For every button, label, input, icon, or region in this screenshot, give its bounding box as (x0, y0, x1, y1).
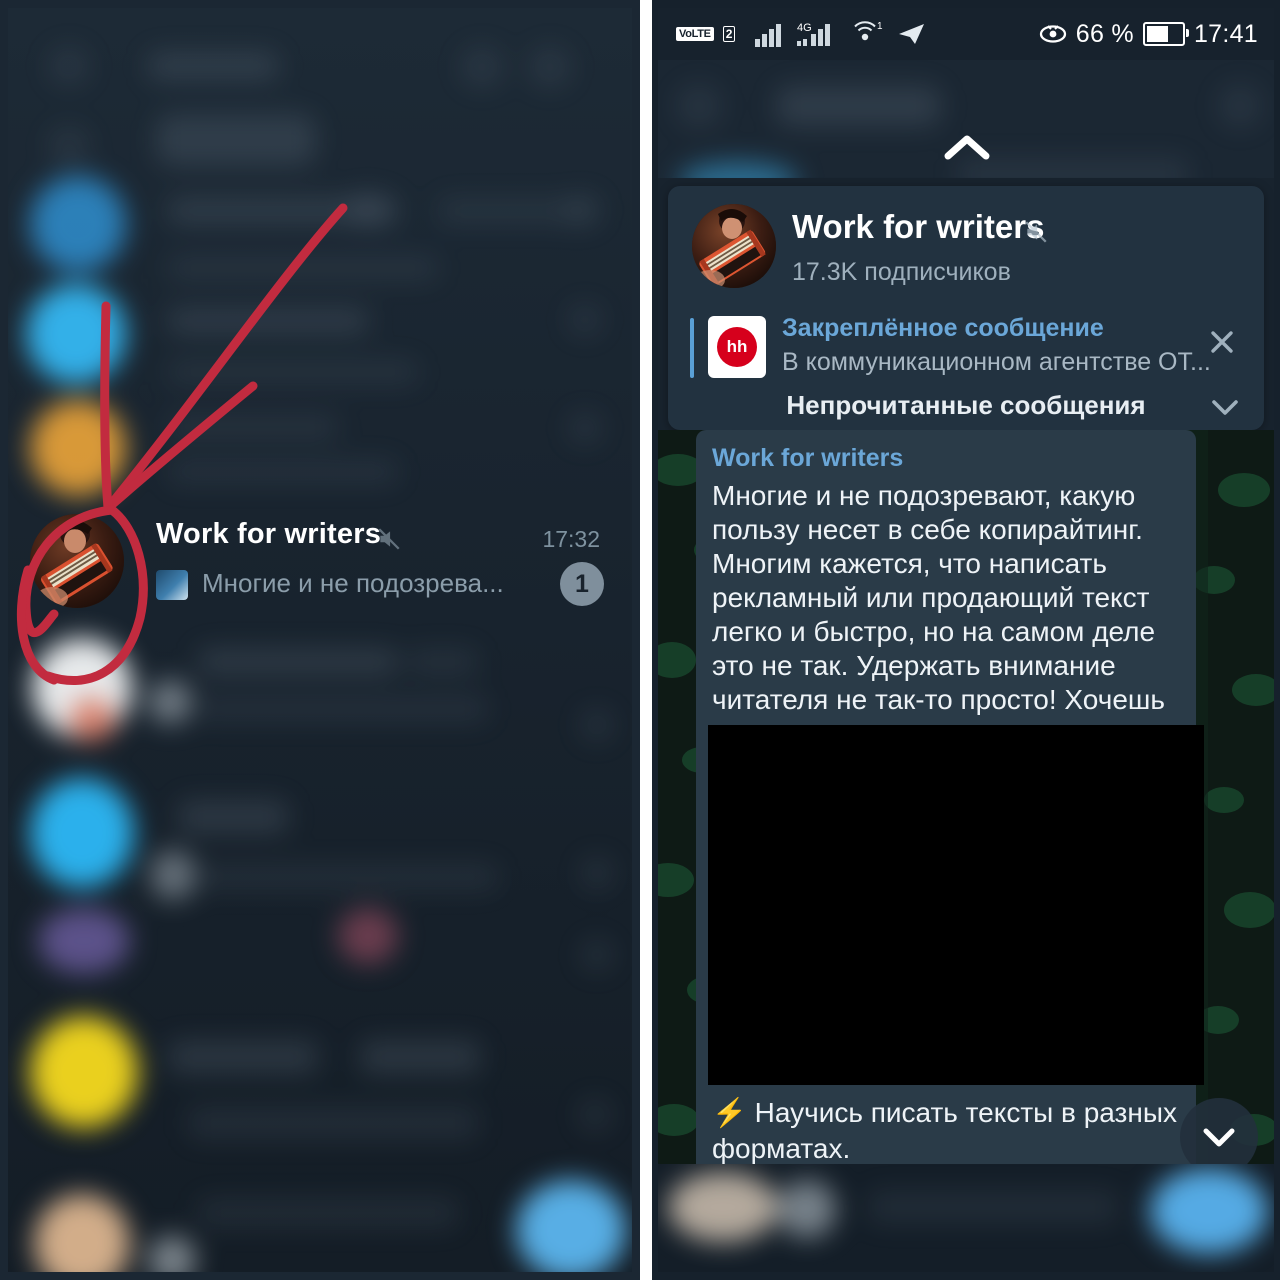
pinned-title: Закреплённое сообщение (782, 314, 1104, 342)
channel-header-card[interactable]: Work for writers 17.3K подписчиков hh За… (668, 186, 1264, 430)
phone-screen: VoLTE 2 4G 1 66 % 17:41 Work for writers… (658, 8, 1274, 1272)
clock: 17:41 (1193, 19, 1258, 48)
chevron-down-icon[interactable] (1208, 394, 1242, 420)
mobile-data-4g-icon: 4G (797, 22, 831, 46)
unread-badge: 1 (560, 562, 604, 606)
battery-icon (1142, 22, 1189, 46)
message-author: Work for writers (712, 444, 904, 472)
channel-avatar-icon (692, 204, 776, 288)
bottom-strip-blur (658, 1164, 1274, 1272)
status-bar: VoLTE 2 4G 1 66 % 17:41 (658, 8, 1274, 60)
chat-item-preview-thumb (156, 570, 188, 600)
chat-item-time: 17:32 (542, 526, 600, 552)
avatar[interactable] (30, 514, 124, 608)
chevron-up-icon[interactable] (936, 128, 998, 168)
close-icon[interactable] (1204, 324, 1240, 360)
message-tail-line-1: ⚡ Научись писать тексты в разных формата… (712, 1097, 1177, 1164)
unread-label: Непрочитанные сообщения (786, 390, 1146, 420)
channel-avatar-icon (30, 514, 124, 608)
chevron-down-icon (1203, 1128, 1235, 1147)
battery-percent: 66 % (1075, 19, 1134, 48)
chat-wallpaper: Work for writers Многие и не подозревают… (658, 430, 1274, 1272)
channel-title: Work for writers (792, 208, 1045, 245)
panel-divider (640, 0, 652, 1280)
pinned-thumbnail: hh (708, 316, 766, 378)
chat-list-surface: Work for writers 17:32 Многие и не подоз… (8, 8, 632, 1272)
channel-avatar[interactable] (692, 204, 776, 288)
hotspot-badge: 1 (877, 21, 883, 32)
chat-list-item-work-for-writers[interactable]: Work for writers 17:32 Многие и не подоз… (16, 496, 632, 624)
svg-text:4G: 4G (797, 22, 812, 34)
channel-subscribers: 17.3K подписчиков (792, 258, 1011, 286)
unread-messages-row[interactable]: Непрочитанные сообщения (668, 386, 1264, 430)
chat-item-preview-text: Многие и не подозрева... (202, 568, 504, 598)
muted-speaker-icon (1025, 221, 1047, 243)
sim-indicator: 2 (722, 26, 736, 42)
pinned-message-row[interactable]: hh Закреплённое сообщение В коммуникацио… (690, 314, 1246, 382)
left-panel-chat-list: Work for writers 17:32 Многие и не подоз… (0, 0, 640, 1280)
message-bubble[interactable]: Work for writers Многие и не подозревают… (696, 430, 1204, 1225)
telegram-plane-icon (899, 24, 925, 44)
chat-item-title: Work for writers (156, 518, 382, 550)
volte-icon: VoLTE (676, 26, 714, 42)
blurred-chat-rows (8, 8, 632, 1272)
right-panel-channel-view: VoLTE 2 4G 1 66 % 17:41 Work for writers… (652, 0, 1280, 1280)
signal-bars-icon (755, 24, 782, 47)
hotspot-icon: 1 (854, 21, 883, 41)
screenshot-root: Work for writers 17:32 Многие и не подоз… (0, 0, 1280, 1280)
eye-icon (1039, 25, 1066, 43)
message-text: Многие и не подозревают, какую пользу не… (712, 480, 1165, 715)
muted-speaker-icon (378, 528, 400, 550)
hh-logo-icon: hh (717, 327, 757, 367)
pinned-accent-bar (690, 318, 694, 378)
pinned-preview: В коммуникационном агентстве ОТ... (782, 348, 1211, 376)
blurred-bottom-strip (658, 1164, 1274, 1272)
redacted-image-block (708, 725, 1204, 1085)
